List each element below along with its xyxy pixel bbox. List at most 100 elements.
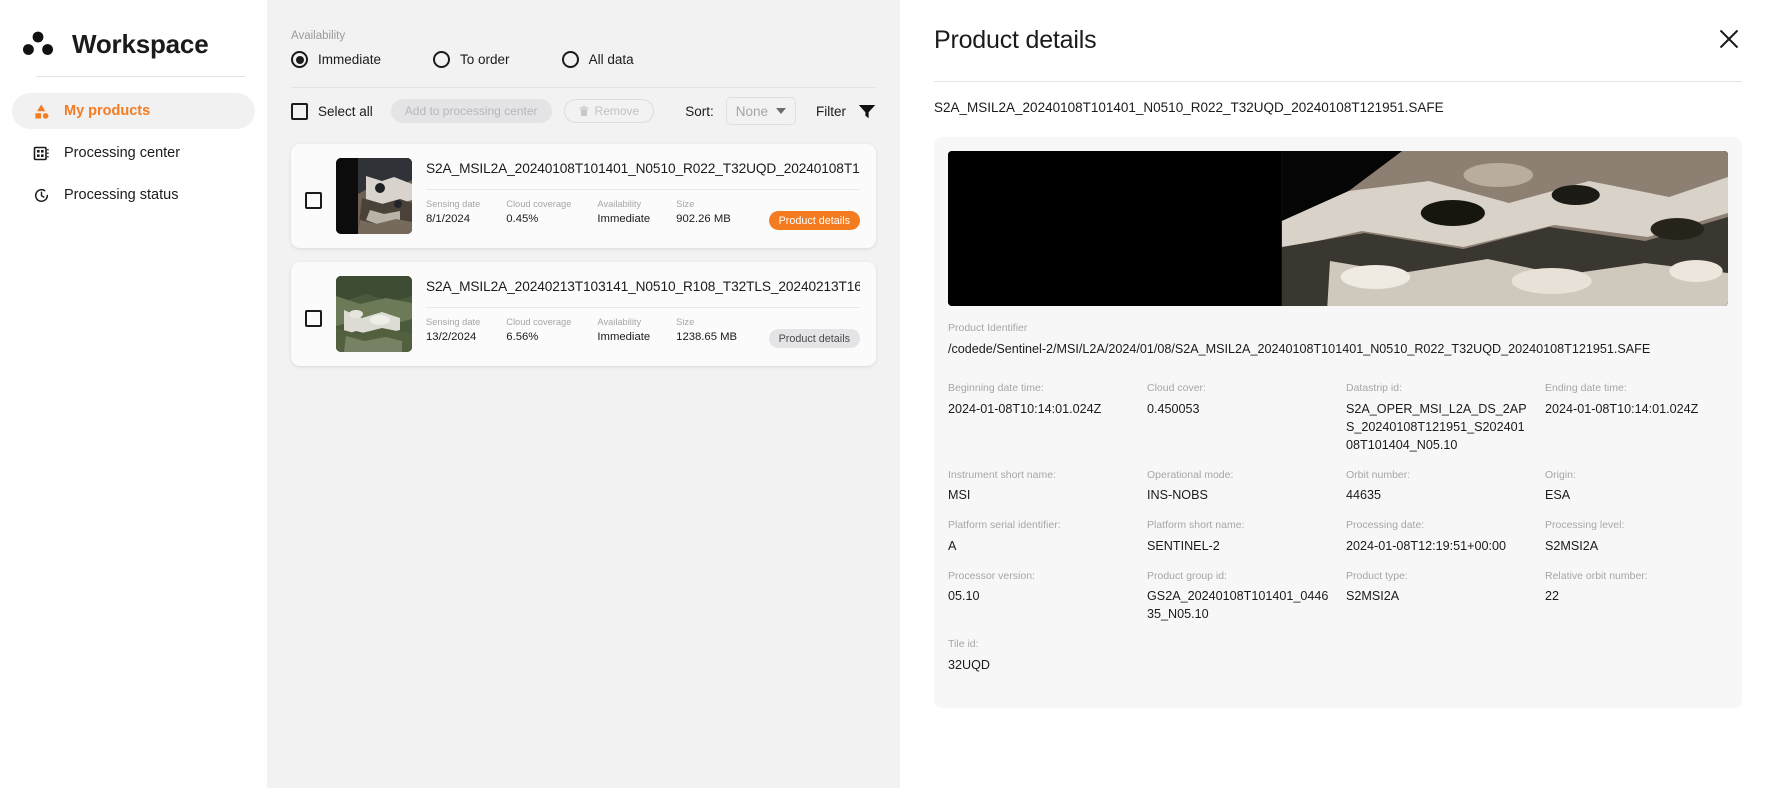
product-select-checkbox[interactable] bbox=[305, 192, 322, 209]
meta-availability: Availability Immediate bbox=[597, 199, 650, 225]
product-identifier-value: /codede/Sentinel-2/MSI/L2A/2024/01/08/S2… bbox=[948, 342, 1651, 356]
metadata-key: Ending date time: bbox=[1545, 382, 1627, 395]
metadata-value: 32UQD bbox=[948, 657, 990, 672]
meta-value: 6.56% bbox=[506, 331, 539, 343]
product-identifier-label: Product Identifier bbox=[948, 322, 1028, 334]
radio-option-to-order[interactable]: To order bbox=[433, 51, 510, 68]
radio-label: Immediate bbox=[318, 52, 382, 67]
meta-size: Size 1238.65 MB bbox=[676, 317, 737, 343]
meta-value: 1238.65 MB bbox=[676, 331, 738, 343]
sidebar-item-my-products[interactable]: My products bbox=[12, 93, 255, 129]
product-details-panel: Product details S2A_MSIL2A_20240108T1014… bbox=[900, 0, 1784, 788]
metadata-key: Beginning date time: bbox=[948, 382, 1044, 395]
product-card[interactable]: S2A_MSIL2A_20240108T101401_N0510_R022_T3… bbox=[291, 144, 876, 248]
add-to-processing-center-label: Add to processing center bbox=[404, 104, 538, 118]
metadata-key: Tile id: bbox=[948, 637, 979, 650]
panel-header: Product details bbox=[934, 26, 1742, 55]
metadata-key: Platform short name: bbox=[1147, 519, 1245, 532]
panel-divider bbox=[934, 81, 1742, 82]
meta-sensing-date: Sensing date 8/1/2024 bbox=[426, 199, 480, 225]
meta-cloud-coverage: Cloud coverage 6.56% bbox=[506, 317, 571, 343]
checkbox-icon[interactable] bbox=[291, 102, 308, 120]
product-details-button[interactable]: Product details bbox=[768, 211, 860, 230]
sidebar-divider bbox=[36, 76, 245, 77]
app-root: Workspace My products Processing center … bbox=[0, 0, 1784, 788]
availability-radio-group: Immediate To order All data bbox=[291, 51, 876, 68]
metadata-cell: Processing date: 2024-01-08T12:19:51+00:… bbox=[1346, 519, 1529, 556]
meta-key: Cloud coverage bbox=[506, 317, 572, 327]
metadata-value: MSI bbox=[948, 488, 971, 503]
radio-option-immediate[interactable]: Immediate bbox=[291, 51, 381, 68]
panel-filename: S2A_MSIL2A_20240108T101401_N0510_R022_T3… bbox=[934, 100, 1444, 115]
list-toolbar: Select all Add to processing center Remo… bbox=[291, 88, 876, 134]
product-list-column: Availability Immediate To order All data… bbox=[267, 0, 900, 788]
metadata-cell: Relative orbit number: 22 bbox=[1545, 570, 1728, 624]
metadata-cell: Tile id: 32UQD bbox=[948, 638, 1131, 675]
remove-label: Remove bbox=[594, 104, 640, 118]
product-card[interactable]: S2A_MSIL2A_20240213T103141_N0510_R108_T3… bbox=[291, 262, 876, 366]
metadata-cell: Operational mode: INS-NOBS bbox=[1147, 469, 1330, 506]
remove-button[interactable]: Remove bbox=[563, 99, 655, 123]
metadata-key: Relative orbit number: bbox=[1545, 569, 1648, 582]
select-all-checkbox[interactable]: Select all bbox=[291, 102, 373, 120]
meta-value: 13/2/2024 bbox=[426, 331, 477, 343]
metadata-value: 22 bbox=[1545, 589, 1560, 604]
add-to-processing-center-button[interactable]: Add to processing center bbox=[390, 99, 552, 123]
filter-funnel-icon[interactable] bbox=[858, 104, 876, 119]
product-select-checkbox[interactable] bbox=[305, 310, 322, 327]
product-thumbnail bbox=[336, 276, 412, 352]
sidebar-item-processing-status[interactable]: Processing status bbox=[12, 177, 255, 213]
close-icon[interactable] bbox=[1716, 26, 1742, 52]
metadata-cell: Platform short name: SENTINEL-2 bbox=[1147, 519, 1330, 556]
radio-all-data-icon[interactable] bbox=[561, 51, 579, 68]
meta-cloud-coverage: Cloud coverage 0.45% bbox=[506, 199, 571, 225]
radio-label: All data bbox=[588, 52, 634, 67]
meta-key: Availability bbox=[597, 317, 642, 327]
sort-select[interactable]: None bbox=[725, 97, 796, 125]
meta-size: Size 902.26 MB bbox=[676, 199, 731, 225]
metadata-key: Orbit number: bbox=[1346, 468, 1411, 481]
metadata-cell: Datastrip id: S2A_OPER_MSI_L2A_DS_2APS_2… bbox=[1346, 382, 1529, 454]
metadata-cell: Beginning date time: 2024-01-08T10:14:01… bbox=[948, 382, 1131, 454]
card-divider bbox=[426, 307, 860, 308]
radio-to-order-icon[interactable] bbox=[433, 51, 451, 68]
metadata-key: Instrument short name: bbox=[948, 468, 1056, 481]
sidebar-item-label: Processing center bbox=[64, 145, 181, 161]
brand: Workspace bbox=[0, 0, 267, 62]
metadata-value: S2MSI2A bbox=[1346, 589, 1400, 604]
clock-icon bbox=[32, 186, 50, 204]
select-all-label: Select all bbox=[318, 103, 373, 119]
metadata-value: A bbox=[948, 538, 957, 553]
filter-label: Filter bbox=[816, 103, 846, 119]
sort-label: Sort: bbox=[685, 103, 714, 119]
radio-option-all-data[interactable]: All data bbox=[561, 51, 634, 68]
metadata-cell: Processing level: S2MSI2A bbox=[1545, 519, 1728, 556]
metadata-value: S2MSI2A bbox=[1545, 538, 1599, 553]
grid-panel-icon bbox=[32, 144, 50, 162]
metadata-value: S2A_OPER_MSI_L2A_DS_2APS_20240108T121951… bbox=[1346, 401, 1527, 452]
metadata-value: SENTINEL-2 bbox=[1147, 538, 1220, 553]
meta-key: Availability bbox=[597, 199, 642, 209]
metadata-value: 0.450053 bbox=[1147, 401, 1200, 416]
trash-icon bbox=[579, 105, 589, 117]
availability-label: Availability bbox=[291, 30, 346, 42]
meta-value: 0.45% bbox=[506, 213, 539, 225]
shapes-icon bbox=[32, 102, 50, 120]
radio-immediate-icon[interactable] bbox=[291, 51, 308, 68]
product-details-button[interactable]: Product details bbox=[768, 329, 860, 348]
metadata-key: Datastrip id: bbox=[1346, 382, 1403, 395]
workspace-logo-icon bbox=[22, 29, 56, 59]
sidebar-item-processing-center[interactable]: Processing center bbox=[12, 135, 255, 171]
metadata-value: 2024-01-08T12:19:51+00:00 bbox=[1346, 538, 1507, 553]
metadata-value: 2024-01-08T10:14:01.024Z bbox=[948, 401, 1102, 416]
product-title: S2A_MSIL2A_20240213T103141_N0510_R108_T3… bbox=[426, 279, 860, 294]
meta-key: Sensing date bbox=[426, 317, 481, 327]
product-cards: S2A_MSIL2A_20240108T101401_N0510_R022_T3… bbox=[291, 144, 876, 366]
sidebar-item-label: My products bbox=[64, 103, 151, 119]
metadata-value: ESA bbox=[1545, 488, 1571, 503]
metadata-cell: Origin: ESA bbox=[1545, 469, 1728, 506]
metadata-cell: Orbit number: 44635 bbox=[1346, 469, 1529, 506]
metadata-value: GS2A_20240108T101401_044635_N05.10 bbox=[1147, 589, 1329, 622]
metadata-value: 44635 bbox=[1346, 488, 1382, 503]
metadata-key: Product group id: bbox=[1147, 569, 1227, 582]
